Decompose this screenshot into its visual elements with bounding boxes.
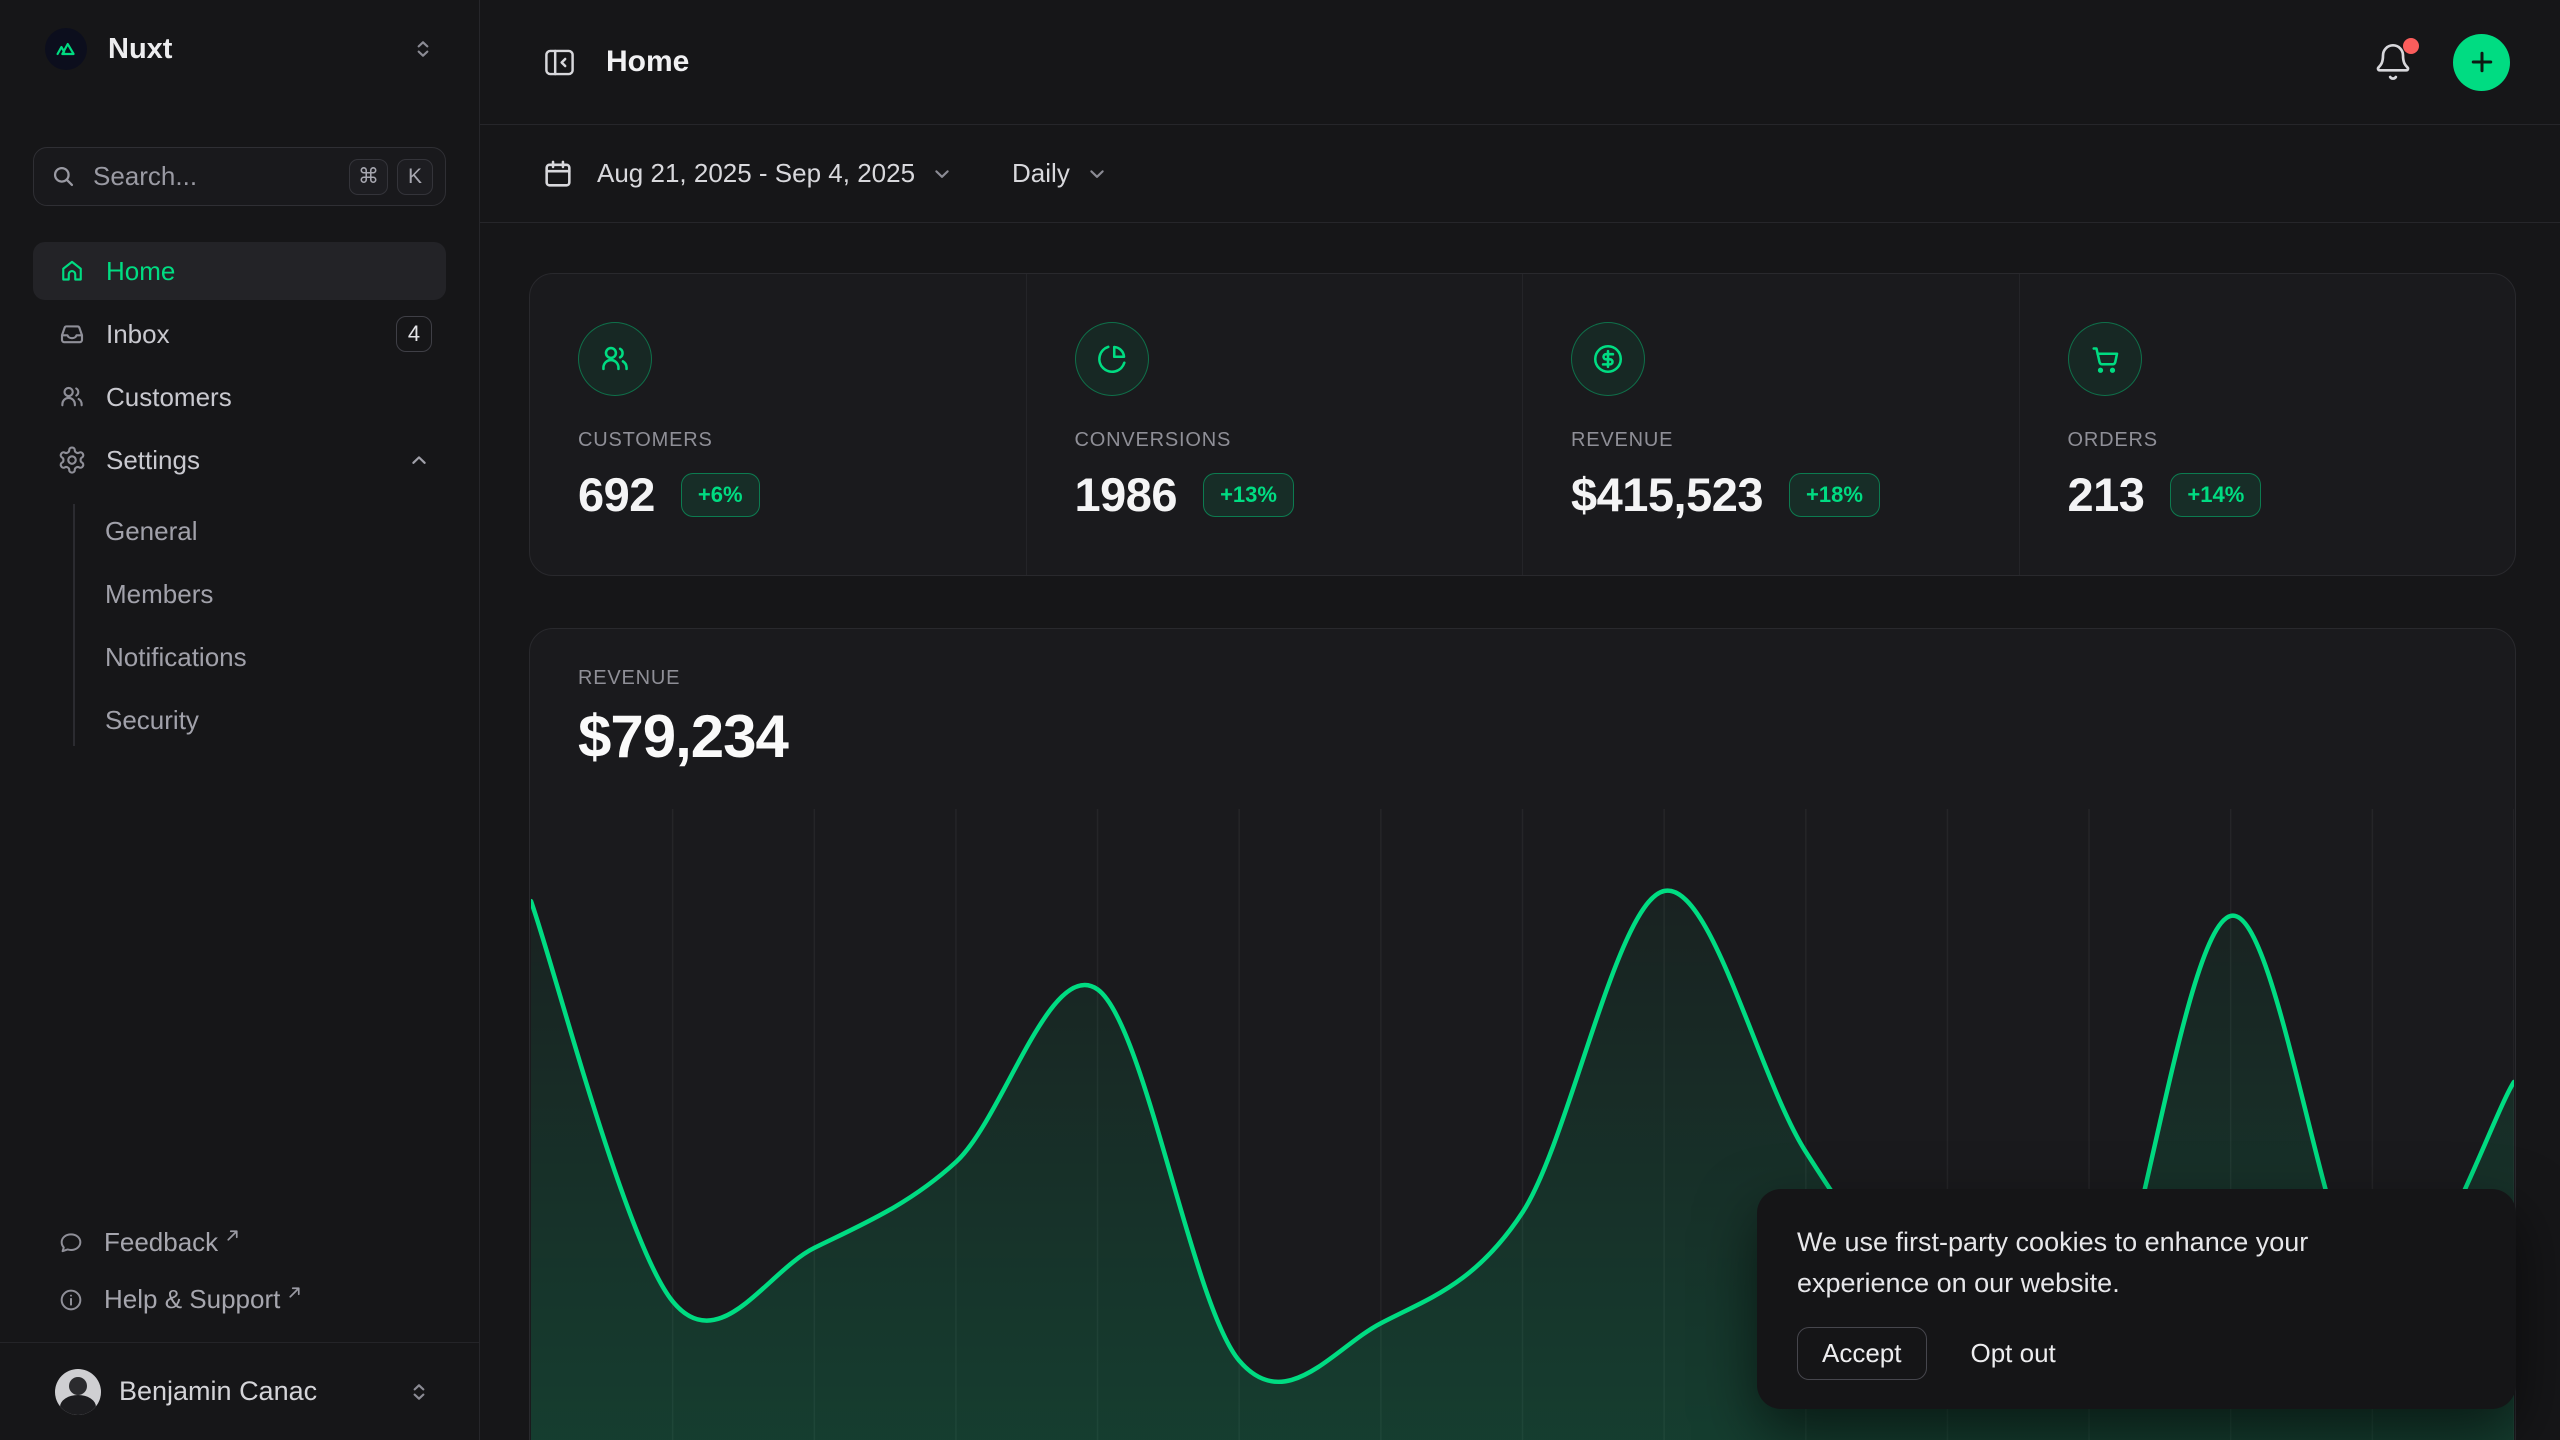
chevron-up-down-icon <box>406 1379 432 1405</box>
feedback-label: Feedback <box>104 1227 218 1258</box>
search-shortcut: ⌘ K <box>349 159 433 195</box>
revenue-chart-value: $79,234 <box>578 702 2515 771</box>
sidebar-item-home[interactable]: Home <box>33 242 446 300</box>
subnav-label: General <box>105 516 198 547</box>
sidebar-item-label: Settings <box>106 445 200 476</box>
filters-bar: Aug 21, 2025 - Sep 4, 2025 Daily <box>480 125 2560 223</box>
help-support-link[interactable]: Help & Support <box>33 1271 446 1328</box>
stat-label: REVENUE <box>1571 429 2019 452</box>
notification-dot <box>2403 38 2419 54</box>
sidebar-item-settings[interactable]: Settings <box>33 431 446 489</box>
workspace-switcher[interactable]: Nuxt <box>33 0 446 98</box>
cookie-message: We use first-party cookies to enhance yo… <box>1797 1222 2407 1304</box>
sidebar: Nuxt Search... ⌘ K Home <box>0 0 480 1440</box>
sidebar-item-label: Home <box>106 256 175 287</box>
stat-label: ORDERS <box>2068 429 2516 452</box>
revenue-chart-label: REVENUE <box>578 667 2515 690</box>
chevron-down-icon <box>1084 161 1110 187</box>
notifications-button[interactable] <box>2367 36 2419 88</box>
stats-card: CUSTOMERS 692 +6% CONVERSIONS 1986 +13% <box>529 273 2516 576</box>
subnav-label: Members <box>105 579 213 610</box>
stat-delta-badge: +6% <box>681 473 760 517</box>
calendar-icon <box>541 157 575 191</box>
users-icon <box>57 382 87 412</box>
collapse-sidebar-button[interactable] <box>541 44 578 81</box>
home-icon <box>57 256 87 286</box>
stat-customers[interactable]: CUSTOMERS 692 +6% <box>530 274 1026 575</box>
stat-value: 213 <box>2068 467 2145 522</box>
stat-value: $415,523 <box>1571 467 1763 522</box>
subnav-label: Security <box>105 705 199 736</box>
help-support-label: Help & Support <box>104 1284 280 1315</box>
stat-revenue[interactable]: REVENUE $415,523 +18% <box>1522 274 2019 575</box>
stat-delta-badge: +13% <box>1203 473 1294 517</box>
sidebar-item-general[interactable]: General <box>33 500 446 563</box>
search-icon <box>50 163 77 190</box>
stat-label: CONVERSIONS <box>1075 429 1523 452</box>
page-header: Home <box>480 0 2560 125</box>
nuxt-logo-icon <box>45 28 87 70</box>
page-title: Home <box>606 45 689 79</box>
sidebar-footer: Feedback Help & Support Ben <box>33 1214 446 1440</box>
sidebar-item-security[interactable]: Security <box>33 689 446 752</box>
inbox-count-badge: 4 <box>396 316 432 352</box>
stat-label: CUSTOMERS <box>578 429 1026 452</box>
inbox-icon <box>57 319 87 349</box>
kbd-meta: ⌘ <box>349 159 388 195</box>
stat-conversions[interactable]: CONVERSIONS 1986 +13% <box>1026 274 1523 575</box>
chevron-up-icon <box>406 447 432 473</box>
gear-icon <box>57 445 87 475</box>
external-link-icon <box>224 1227 241 1244</box>
settings-subnav: General Members Notifications Security <box>33 494 446 756</box>
feedback-link[interactable]: Feedback <box>33 1214 446 1271</box>
chevron-up-down-icon <box>410 36 436 62</box>
info-circle-icon <box>57 1286 85 1314</box>
chevron-down-icon <box>929 161 955 187</box>
stat-orders[interactable]: ORDERS 213 +14% <box>2019 274 2516 575</box>
cookie-banner: We use first-party cookies to enhance yo… <box>1757 1189 2516 1409</box>
sidebar-item-label: Inbox <box>106 319 170 350</box>
workspace-name: Nuxt <box>108 33 172 66</box>
avatar <box>55 1369 101 1415</box>
chat-bubble-icon <box>57 1229 85 1257</box>
dollar-circle-icon <box>1571 322 1645 396</box>
user-menu[interactable]: Benjamin Canac <box>33 1343 446 1440</box>
stat-value: 692 <box>578 467 655 522</box>
subnav-label: Notifications <box>105 642 247 673</box>
sidebar-item-members[interactable]: Members <box>33 563 446 626</box>
sidebar-item-inbox[interactable]: Inbox 4 <box>33 305 446 363</box>
date-range-value: Aug 21, 2025 - Sep 4, 2025 <box>597 158 915 189</box>
date-range-picker[interactable]: Aug 21, 2025 - Sep 4, 2025 <box>541 157 955 191</box>
stat-delta-badge: +14% <box>2170 473 2261 517</box>
external-link-icon <box>286 1284 303 1301</box>
search-placeholder: Search... <box>93 161 197 192</box>
accept-cookies-button[interactable]: Accept <box>1797 1327 1927 1380</box>
granularity-select[interactable]: Daily <box>1012 158 1110 189</box>
search-input[interactable]: Search... ⌘ K <box>33 147 446 206</box>
users-icon <box>578 322 652 396</box>
user-name: Benjamin Canac <box>119 1376 317 1407</box>
kbd-k: K <box>397 159 433 195</box>
shopping-cart-icon <box>2068 322 2142 396</box>
add-button[interactable] <box>2453 34 2510 91</box>
sidebar-item-notifications[interactable]: Notifications <box>33 626 446 689</box>
sidebar-item-customers[interactable]: Customers <box>33 368 446 426</box>
stat-value: 1986 <box>1075 467 1178 522</box>
header-actions <box>2367 34 2510 91</box>
sidebar-item-label: Customers <box>106 382 232 413</box>
pie-chart-icon <box>1075 322 1149 396</box>
sidebar-nav: Home Inbox 4 Customers <box>33 242 446 756</box>
granularity-value: Daily <box>1012 158 1070 189</box>
opt-out-button[interactable]: Opt out <box>1971 1338 2056 1369</box>
stat-delta-badge: +18% <box>1789 473 1880 517</box>
